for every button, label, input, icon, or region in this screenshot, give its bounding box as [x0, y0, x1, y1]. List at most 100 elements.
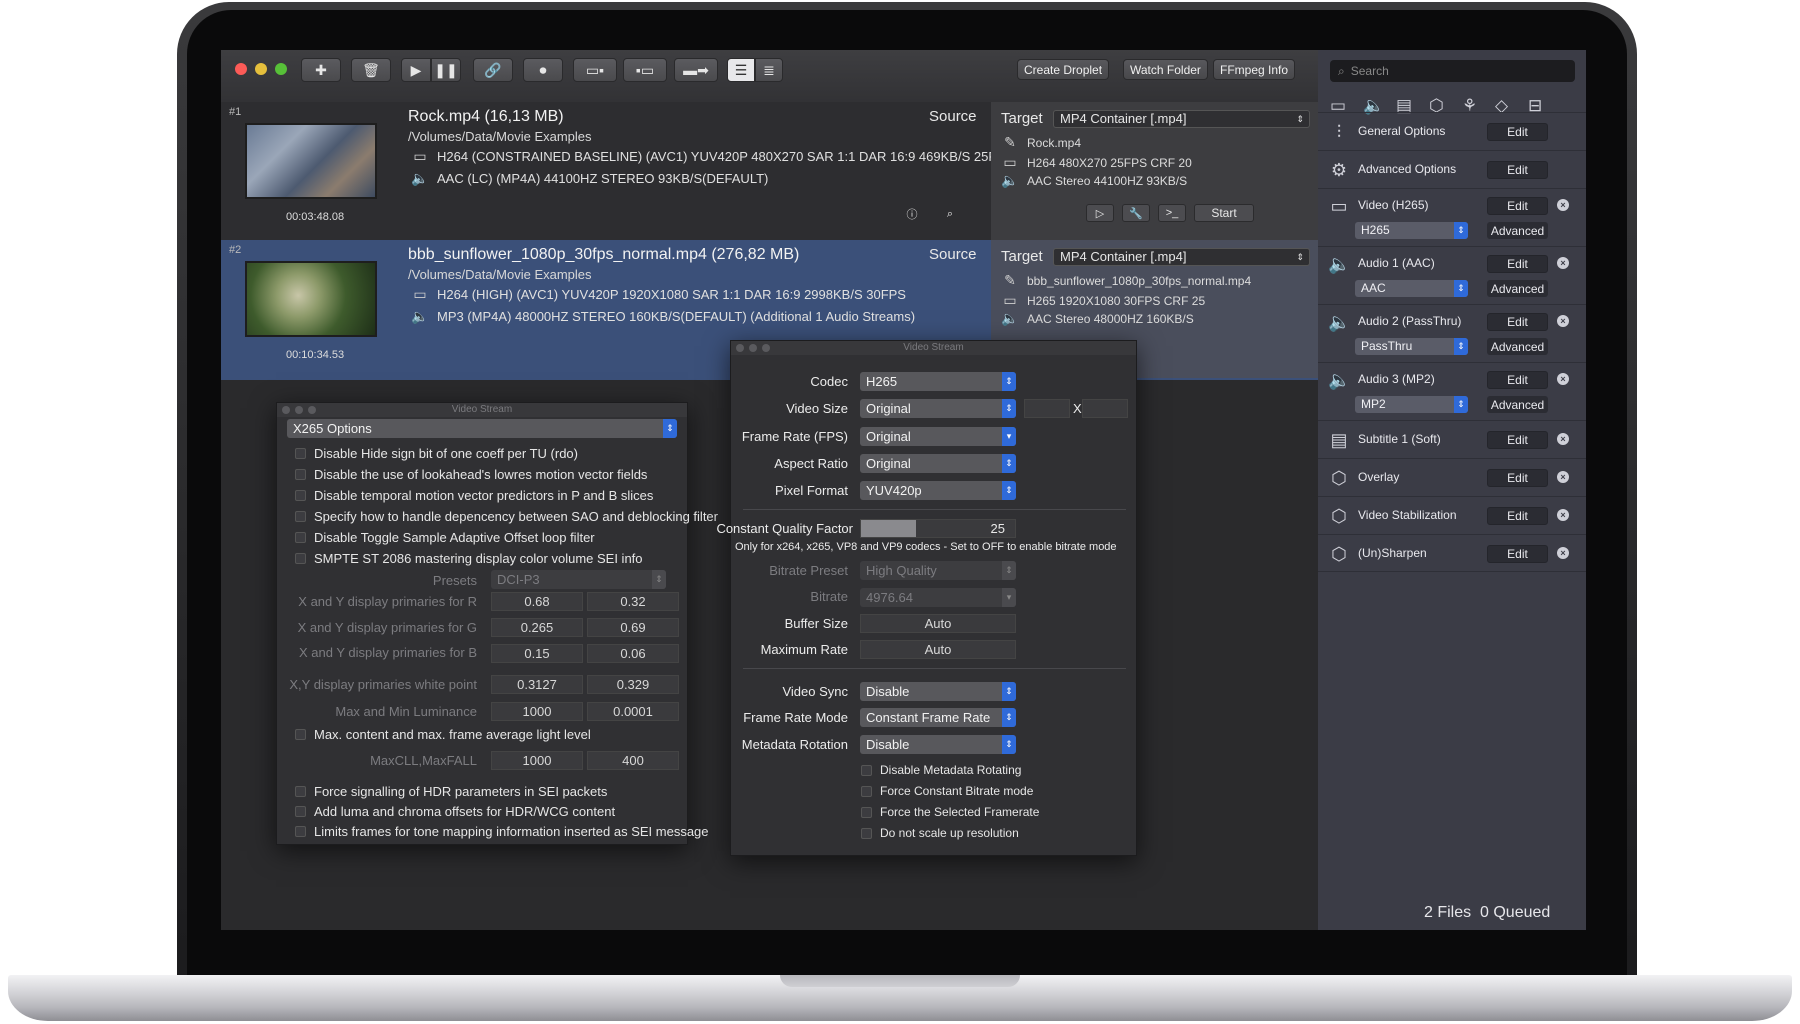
x265-checkbox[interactable]: Force signalling of HDR parameters in SE…	[295, 784, 607, 799]
image-to-video-button[interactable]: ▪▭	[623, 58, 667, 82]
terminal-button[interactable]: >_	[1158, 204, 1186, 222]
presets-select[interactable]: DCI-P3 ⇕	[491, 570, 666, 589]
height-field[interactable]	[1082, 399, 1128, 418]
x265-checkbox[interactable]: Specify how to handle depencency between…	[295, 509, 718, 524]
video-sync-select[interactable]: Disable ⇕	[860, 682, 1016, 701]
subtitle-edit-button[interactable]: Edit	[1487, 431, 1548, 449]
primaries-r-x-field[interactable]: 0.68	[491, 592, 583, 611]
minimize-window-button[interactable]	[255, 63, 267, 75]
view-compact-button[interactable]: ≣	[755, 58, 783, 82]
dialog-close-button[interactable]	[282, 406, 290, 414]
primaries-g-y-field[interactable]: 0.69	[587, 618, 679, 637]
overlay-edit-button[interactable]: Edit	[1487, 469, 1548, 487]
subtitle-export-button[interactable]: ▬➡	[674, 58, 718, 82]
audio3-codec-select[interactable]: MP2 ⇕	[1355, 396, 1468, 413]
container-select[interactable]: MP4 Container [.mp4] ⇕	[1053, 110, 1310, 128]
sharpen-edit-button[interactable]: Edit	[1487, 545, 1548, 563]
maxcll-field[interactable]: 1000	[491, 751, 583, 770]
x265-checkbox[interactable]: Limits frames for tone mapping informati…	[295, 824, 709, 839]
video-codec-select[interactable]: H265 ⇕	[1355, 222, 1468, 239]
subtitle-remove-button[interactable]: ×	[1557, 433, 1569, 445]
add-file-button[interactable]: ✚	[301, 58, 341, 82]
no-upscale-checkbox[interactable]: Do not scale up resolution	[861, 826, 1019, 840]
video-advanced-button[interactable]: Advanced	[1487, 222, 1548, 239]
preview-button[interactable]: ⌕	[939, 205, 961, 223]
container-select[interactable]: MP4 Container [.mp4] ⇕	[1053, 248, 1310, 266]
x265-checkbox[interactable]: Disable temporal motion vector predictor…	[295, 488, 653, 503]
pause-button[interactable]: ❚❚	[431, 58, 461, 82]
aspect-ratio-select[interactable]: Original ⇕	[860, 454, 1016, 473]
white-point-x-field[interactable]: 0.3127	[491, 675, 583, 694]
dialog-minimize-button[interactable]	[295, 406, 303, 414]
general-options-edit-button[interactable]: Edit	[1487, 123, 1548, 141]
advanced-options-edit-button[interactable]: Edit	[1487, 161, 1548, 179]
delete-button[interactable]: 🗑	[351, 58, 391, 82]
audio1-codec-select[interactable]: AAC ⇕	[1355, 280, 1468, 297]
buffer-size-field[interactable]: Auto	[860, 614, 1016, 633]
create-droplet-button[interactable]: Create Droplet	[1017, 59, 1110, 80]
sharpen-remove-button[interactable]: ×	[1557, 547, 1569, 559]
cqf-slider[interactable]: 25	[860, 519, 1016, 538]
x265-checkbox[interactable]: Disable Hide sign bit of one coeff per T…	[295, 446, 578, 461]
ffmpeg-info-button[interactable]: FFmpeg Info	[1213, 59, 1296, 80]
audio1-advanced-button[interactable]: Advanced	[1487, 280, 1548, 297]
stabilization-remove-button[interactable]: ×	[1557, 509, 1569, 521]
audio2-edit-button[interactable]: Edit	[1487, 313, 1548, 331]
record-button[interactable]: ⏺	[523, 58, 563, 82]
constant-bitrate-checkbox[interactable]: Force Constant Bitrate mode	[861, 784, 1033, 798]
x265-checkbox[interactable]: Disable Toggle Sample Adaptive Offset lo…	[295, 530, 595, 545]
luminance-min-field[interactable]: 0.0001	[587, 702, 679, 721]
primaries-g-x-field[interactable]: 0.265	[491, 618, 583, 637]
play-preview-button[interactable]: ▷	[1086, 204, 1114, 222]
dialog-zoom-button[interactable]	[308, 406, 316, 414]
audio2-remove-button[interactable]: ×	[1557, 315, 1569, 327]
audio1-edit-button[interactable]: Edit	[1487, 255, 1548, 273]
view-list-button[interactable]: ☰	[727, 58, 755, 82]
stabilization-edit-button[interactable]: Edit	[1487, 507, 1548, 525]
primaries-b-y-field[interactable]: 0.06	[587, 644, 679, 663]
link-button[interactable]: 🔗	[473, 58, 513, 82]
audio3-advanced-button[interactable]: Advanced	[1487, 396, 1548, 413]
force-framerate-checkbox[interactable]: Force the Selected Framerate	[861, 805, 1039, 819]
metadata-rotation-select[interactable]: Disable ⇕	[860, 735, 1016, 754]
x265-checkbox[interactable]: SMPTE ST 2086 mastering display color vo…	[295, 551, 643, 566]
play-button[interactable]: ▶	[401, 58, 431, 82]
dialog-minimize-button[interactable]	[749, 344, 757, 352]
frame-rate-mode-select[interactable]: Constant Frame Rate ⇕	[860, 708, 1016, 727]
file-row[interactable]: #1 00:03:48.08 Rock.mp4 (16,13 MB) /Volu…	[221, 102, 1318, 240]
x265-checkbox[interactable]: Add luma and chroma offsets for HDR/WCG …	[295, 804, 615, 819]
bitrate-preset-select[interactable]: High Quality ⇕	[860, 561, 1016, 580]
primaries-b-x-field[interactable]: 0.15	[491, 644, 583, 663]
video-to-image-button[interactable]: ▭▪	[573, 58, 617, 82]
maxcll-checkbox[interactable]: Max. content and max. frame average ligh…	[295, 727, 591, 742]
zoom-window-button[interactable]	[275, 63, 287, 75]
audio2-codec-select[interactable]: PassThru ⇕	[1355, 338, 1468, 355]
overlay-remove-button[interactable]: ×	[1557, 471, 1569, 483]
primaries-r-y-field[interactable]: 0.32	[587, 592, 679, 611]
codec-select[interactable]: H265 ⇕	[860, 372, 1016, 391]
width-field[interactable]	[1024, 399, 1070, 418]
video-remove-button[interactable]: ×	[1557, 199, 1569, 211]
x265-options-select[interactable]: X265 Options ⇕	[287, 419, 677, 438]
maxfall-field[interactable]: 400	[587, 751, 679, 770]
luminance-max-field[interactable]: 1000	[491, 702, 583, 721]
frame-rate-select[interactable]: Original ▾	[860, 427, 1016, 446]
audio3-remove-button[interactable]: ×	[1557, 373, 1569, 385]
watch-folder-button[interactable]: Watch Folder	[1123, 59, 1208, 80]
video-edit-button[interactable]: Edit	[1487, 197, 1548, 215]
info-button[interactable]: ⓘ	[901, 205, 923, 223]
maximum-rate-field[interactable]: Auto	[860, 640, 1016, 659]
disable-rotating-checkbox[interactable]: Disable Metadata Rotating	[861, 763, 1021, 777]
pixel-format-select[interactable]: YUV420p ⇕	[860, 481, 1016, 500]
tools-button[interactable]: 🔧	[1122, 204, 1150, 222]
bitrate-select[interactable]: 4976.64 ▾	[860, 588, 1016, 607]
audio3-edit-button[interactable]: Edit	[1487, 371, 1548, 389]
dialog-zoom-button[interactable]	[762, 344, 770, 352]
start-button[interactable]: Start	[1194, 204, 1254, 222]
audio2-advanced-button[interactable]: Advanced	[1487, 338, 1548, 355]
search-field[interactable]: ⌕ Search	[1330, 60, 1575, 82]
x265-checkbox[interactable]: Disable the use of lookahead's lowres mo…	[295, 467, 647, 482]
dialog-close-button[interactable]	[736, 344, 744, 352]
close-window-button[interactable]	[235, 63, 247, 75]
audio1-remove-button[interactable]: ×	[1557, 257, 1569, 269]
